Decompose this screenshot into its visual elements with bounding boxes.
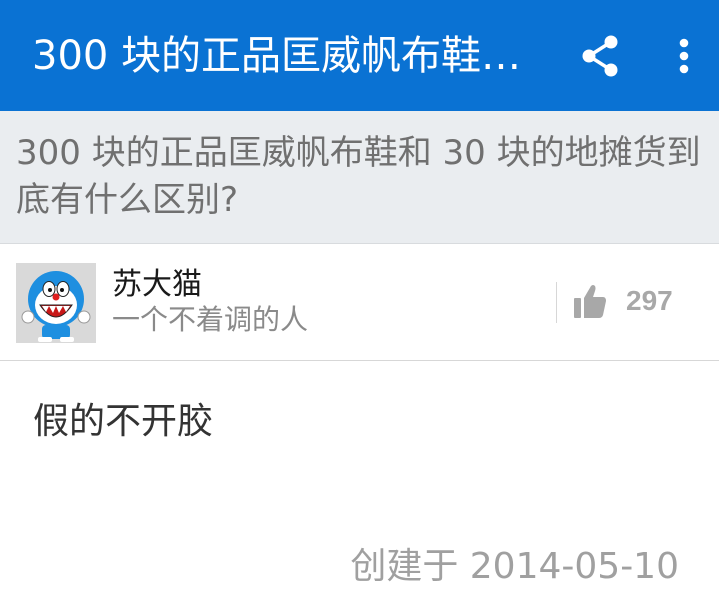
question-title: 300 块的正品匡威帆布鞋和 30 块的地摊货到底有什么区别? [16, 133, 701, 220]
doraemon-avatar [16, 263, 96, 343]
share-button[interactable] [572, 28, 628, 84]
author-name[interactable]: 苏大猫 [112, 266, 202, 304]
answer-screen: 300 块的正品匡威帆布鞋… 300 块的正品匡威帆布鞋和 30 块的地摊货到底… [0, 0, 719, 589]
thumbs-up-icon [574, 285, 606, 318]
created-date: 创建于 2014-05-10 [350, 546, 679, 587]
question-header[interactable]: 300 块的正品匡威帆布鞋和 30 块的地摊货到底有什么区别? [0, 111, 719, 244]
divider [556, 282, 557, 323]
avatar[interactable] [16, 263, 96, 343]
author-row: 苏大猫 一个不着调的人 297 [0, 244, 719, 361]
app-bar: 300 块的正品匡威帆布鞋… [0, 0, 719, 111]
more-vert-icon [679, 38, 689, 74]
upvote-count: 297 [626, 285, 673, 316]
author-bio: 一个不着调的人 [112, 303, 309, 336]
page-title: 300 块的正品匡威帆布鞋… [32, 33, 522, 79]
upvote-button[interactable]: 297 [574, 278, 673, 324]
answer-body: 假的不开胶 [33, 401, 214, 442]
more-options-button[interactable] [656, 28, 712, 84]
share-icon [582, 35, 618, 77]
